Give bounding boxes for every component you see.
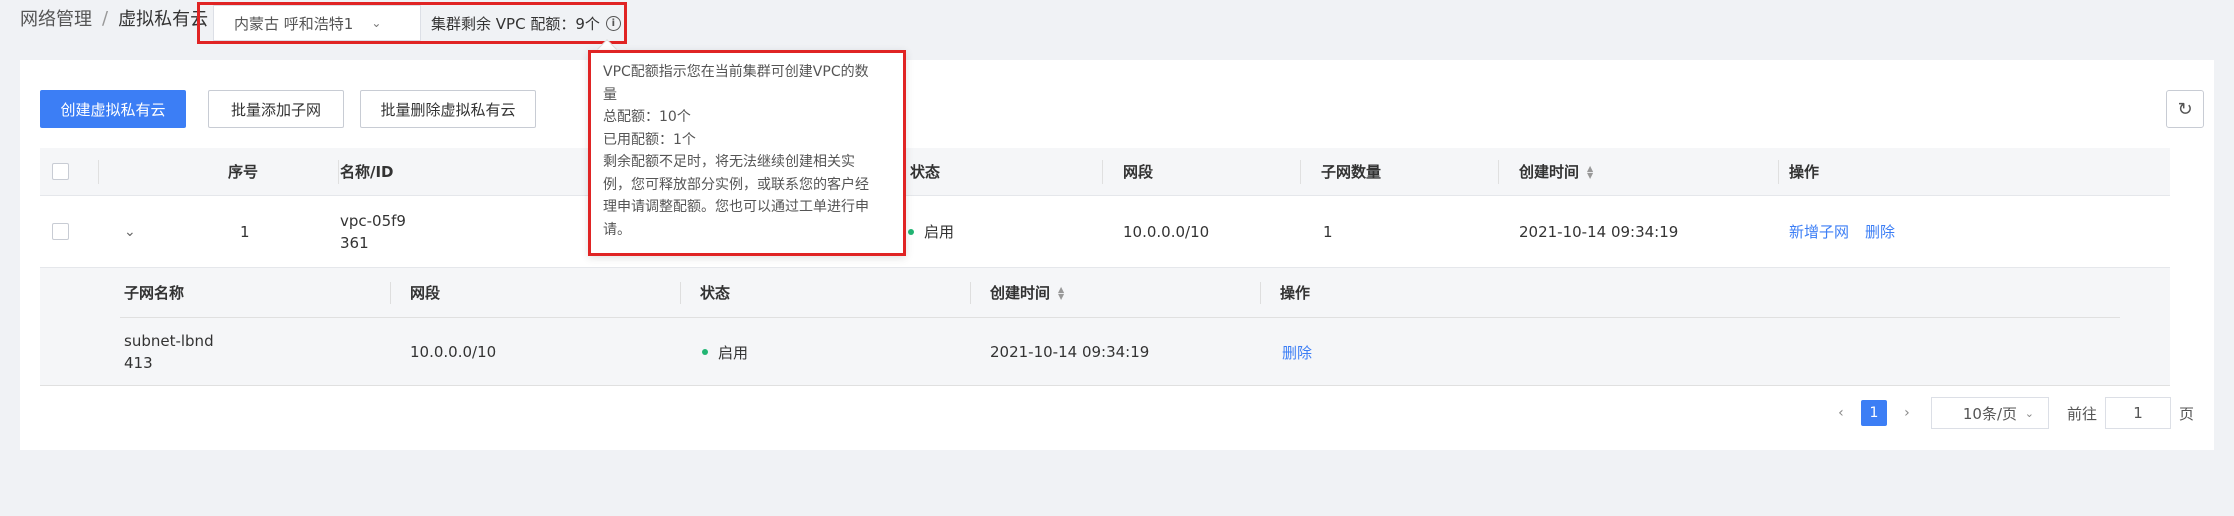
tooltip-line: 例，您可释放部分实例，或联系您的客户经	[603, 176, 869, 193]
subnet-name-line2: 413	[124, 354, 153, 372]
subnet-column-created[interactable]: 创建时间 ▲ ▼	[990, 268, 1064, 317]
add-subnet-link[interactable]: 新增子网	[1789, 221, 1849, 242]
vpc-quota-label: 集群剩余 VPC 配额：9个	[431, 14, 600, 33]
region-select[interactable]: 内蒙古 呼和浩特1 ⌄	[213, 5, 421, 41]
tooltip-used-quota: 已用配额：1个	[603, 131, 696, 148]
batch-delete-vpc-button[interactable]: 批量删除虚拟私有云	[360, 90, 536, 128]
column-name: 名称/ID	[340, 163, 394, 181]
status-dot-icon	[908, 228, 914, 235]
breadcrumb: 网络管理 / 虚拟私有云	[20, 5, 209, 31]
tooltip-line: 请。	[603, 221, 631, 238]
subnet-cidr: 10.0.0.0/10	[410, 343, 497, 361]
vpc-quota-tooltip: VPC配额指示您在当前集群可创建VPC的数 量 总配额：10个 已用配额：1个 …	[588, 50, 906, 256]
tooltip-line: VPC配额指示您在当前集群可创建VPC的数	[603, 64, 869, 80]
subnet-row: subnet-lbnd 413 10.0.0.0/10 启用 2021-10-1…	[120, 318, 2120, 386]
next-page-icon[interactable]: ›	[1895, 405, 1919, 421]
tooltip-line: 量	[603, 86, 617, 103]
batch-add-subnet-button[interactable]: 批量添加子网	[208, 90, 344, 128]
subnet-created: 2021-10-14 09:34:19	[990, 343, 1150, 361]
column-cidr: 网段	[1123, 163, 1154, 181]
page-size-select[interactable]: 10条/页 ⌄	[1930, 397, 2049, 429]
row-status-label: 启用	[924, 223, 955, 241]
goto-label: 前往	[2066, 404, 2097, 423]
tooltip-line: 剩余配额不足时，将无法继续创建相关实	[603, 154, 855, 170]
delete-subnet-link[interactable]: 删除	[1282, 342, 1312, 363]
subnet-column-cidr: 网段	[410, 284, 441, 302]
breadcrumb-separator: /	[102, 7, 109, 29]
row-subnet-count: 1	[1323, 222, 1333, 241]
tooltip-line: 理申请调整配额。您也可以通过工单进行申	[603, 199, 869, 215]
table-row: ⌄ 1 vpc-05f9 361 启用 10.0.0.0/10 1 2021-1…	[40, 196, 2170, 268]
refresh-button[interactable]: ↻	[2166, 90, 2204, 128]
vpc-panel: 创建虚拟私有云 批量添加子网 批量删除虚拟私有云 ↻ 序号 名称/ID 状态 网…	[20, 60, 2214, 450]
subnet-column-name: 子网名称	[124, 284, 185, 302]
subnet-status: 启用	[702, 318, 748, 386]
column-created-label: 创建时间	[1519, 163, 1580, 181]
pagination: ‹ 1 › 10条/页 ⌄ 前往 1 页	[1829, 396, 2194, 430]
row-name-line1: vpc-05f9	[340, 211, 406, 230]
page-size-value: 10条/页	[1962, 404, 2018, 423]
subnet-column-status: 状态	[700, 284, 731, 302]
chevron-down-icon: ⌄	[2024, 406, 2034, 420]
row-index: 1	[240, 222, 250, 241]
column-subnet-count: 子网数量	[1321, 163, 1382, 181]
chevron-down-icon: ⌄	[371, 16, 382, 30]
sort-icon[interactable]: ▲ ▼	[1587, 164, 1593, 179]
info-icon[interactable]: i	[605, 15, 621, 31]
delete-vpc-link[interactable]: 删除	[1865, 221, 1895, 242]
region-quota-highlight: 内蒙古 呼和浩特1 ⌄ 集群剩余 VPC 配额：9个 i	[197, 2, 627, 44]
subnet-column-created-label: 创建时间	[990, 284, 1051, 302]
row-name-line2: 361	[340, 233, 369, 252]
vpc-quota: 集群剩余 VPC 配额：9个 i	[431, 13, 621, 34]
vpc-table-header: 序号 名称/ID 状态 网段 子网数量 创建时间 ▲ ▼ 操作	[40, 148, 2170, 196]
goto-page-input[interactable]: 1	[2104, 397, 2171, 429]
subnet-table-header: 子网名称 网段 状态 创建时间 ▲ ▼ 操作	[120, 268, 2120, 318]
column-index: 序号	[228, 163, 259, 181]
sort-icon[interactable]: ▲ ▼	[1058, 285, 1064, 300]
goto-page-value: 1	[2133, 404, 2143, 422]
prev-page-icon[interactable]: ‹	[1829, 405, 1853, 421]
goto-suffix: 页	[2178, 404, 2194, 423]
tooltip-total-quota: 总配额：10个	[603, 109, 691, 125]
row-name: vpc-05f9 361	[340, 196, 406, 267]
row-status: 启用	[908, 196, 954, 267]
subnet-name-line1: subnet-lbnd	[124, 332, 214, 350]
subnet-name: subnet-lbnd 413	[124, 318, 214, 386]
column-status: 状态	[910, 163, 941, 181]
subnet-column-actions: 操作	[1280, 284, 1311, 302]
breadcrumb-current: 虚拟私有云	[118, 9, 209, 30]
column-created[interactable]: 创建时间 ▲ ▼	[1519, 148, 1593, 195]
refresh-icon: ↻	[2177, 98, 2193, 120]
subnet-expanded-area: 子网名称 网段 状态 创建时间 ▲ ▼ 操作 subnet-lbnd 413 10…	[40, 268, 2170, 386]
create-vpc-button[interactable]: 创建虚拟私有云	[40, 90, 186, 128]
breadcrumb-parent[interactable]: 网络管理	[20, 5, 92, 31]
subnet-status-label: 启用	[718, 343, 749, 362]
select-all-checkbox[interactable]	[52, 163, 69, 180]
row-cidr: 10.0.0.0/10	[1123, 222, 1210, 241]
status-dot-icon	[702, 349, 708, 355]
row-created: 2021-10-14 09:34:19	[1519, 222, 1679, 241]
page-number-current[interactable]: 1	[1860, 400, 1887, 426]
region-select-value: 内蒙古 呼和浩特1	[234, 14, 354, 33]
expand-chevron-icon[interactable]: ⌄	[124, 196, 136, 267]
row-checkbox[interactable]	[52, 223, 69, 240]
column-actions: 操作	[1789, 163, 1820, 181]
